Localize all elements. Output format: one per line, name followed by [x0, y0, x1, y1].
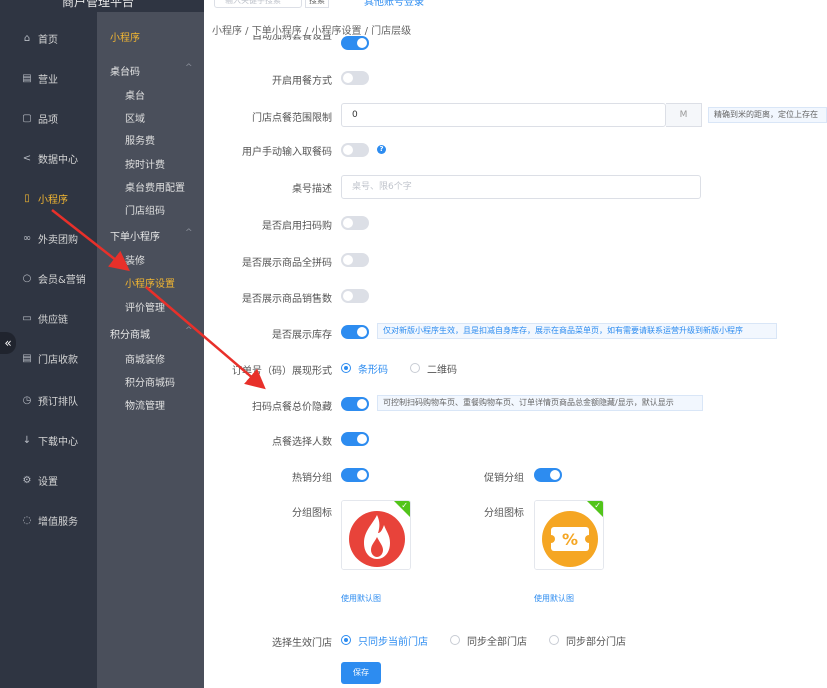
annotation-arrow-1 [51, 209, 130, 272]
annotation-arrows [51, 209, 266, 390]
annotation-arrow-2 [145, 286, 266, 390]
